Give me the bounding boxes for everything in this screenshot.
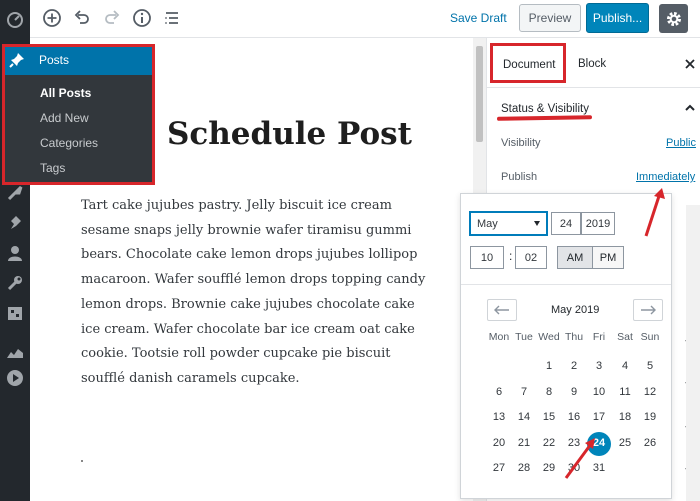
- gear-icon: [666, 11, 681, 26]
- calendar-day[interactable]: 28: [511, 462, 537, 474]
- appearance-icon[interactable]: [6, 184, 24, 202]
- pm-button[interactable]: PM: [592, 246, 624, 269]
- publish-label: Publish: [501, 171, 538, 183]
- tab-document-label: Document: [503, 59, 556, 71]
- minute-input[interactable]: 02: [515, 246, 547, 269]
- calendar-day[interactable]: 14: [511, 411, 537, 423]
- calendar-day[interactable]: 5: [637, 360, 663, 372]
- submenu-categories[interactable]: Categories: [40, 136, 98, 150]
- settings-toggle-button[interactable]: [659, 4, 688, 33]
- undo-icon[interactable]: [72, 8, 92, 28]
- tabs-divider: [487, 87, 700, 88]
- posts-pin-icon: [9, 53, 24, 68]
- weekday-header: Wed: [538, 331, 560, 343]
- empty-block: [81, 460, 83, 462]
- next-month-button[interactable]: [633, 299, 663, 321]
- highlight-underline: [496, 115, 593, 121]
- calendar-day[interactable]: 26: [637, 437, 663, 449]
- outline-icon[interactable]: [162, 8, 182, 28]
- posts-menu-label: Posts: [39, 53, 70, 67]
- info-icon[interactable]: [132, 8, 152, 28]
- editor-scrollbar-thumb[interactable]: [476, 46, 483, 142]
- calendar-day[interactable]: 13: [486, 411, 512, 423]
- calendar-day[interactable]: 8: [536, 386, 562, 398]
- posts-menu-header[interactable]: Posts: [5, 47, 152, 75]
- calendar-day[interactable]: 19: [637, 411, 663, 423]
- publish-date-link[interactable]: Immediately: [636, 171, 695, 183]
- calendar-day[interactable]: 4: [612, 360, 638, 372]
- calendar-day[interactable]: 1: [536, 360, 562, 372]
- post-paragraph[interactable]: Tart cake jujubes pastry. Jelly biscuit …: [81, 194, 433, 392]
- submenu-tags[interactable]: Tags: [40, 161, 65, 175]
- redo-icon[interactable]: [102, 8, 122, 28]
- calendar-day-selected[interactable]: 24: [586, 437, 612, 449]
- submenu-all-posts[interactable]: All Posts: [40, 86, 91, 100]
- calendar-day[interactable]: 25: [612, 437, 638, 449]
- save-draft-button[interactable]: Save Draft: [450, 11, 507, 25]
- arrow-right-icon: [641, 305, 656, 315]
- weekday-header: Sun: [640, 331, 660, 343]
- arrow-left-icon: [494, 305, 509, 315]
- dashboard-icon[interactable]: [6, 10, 24, 28]
- prev-month-button[interactable]: [487, 299, 517, 321]
- status-visibility-title[interactable]: Status & Visibility: [501, 103, 589, 115]
- close-icon[interactable]: [683, 57, 697, 71]
- chevron-up-icon[interactable]: [683, 101, 697, 115]
- plugins-icon[interactable]: [6, 213, 24, 231]
- weekday-header: Tue: [515, 331, 533, 343]
- posts-menu: Posts All Posts Add New Categories Tags: [2, 44, 155, 185]
- calendar-day[interactable]: 27: [486, 462, 512, 474]
- visibility-label: Visibility: [501, 137, 541, 149]
- weekday-header: Thu: [564, 331, 584, 343]
- am-button[interactable]: AM: [557, 246, 593, 269]
- weekday-header: Mon: [488, 331, 510, 343]
- calendar-day[interactable]: 23: [561, 437, 587, 449]
- publish-button[interactable]: Publish...: [586, 3, 649, 33]
- calendar-day[interactable]: 30: [561, 462, 587, 474]
- calendar-day[interactable]: 9: [561, 386, 587, 398]
- settings-icon[interactable]: [6, 304, 24, 322]
- editor-toolbar: Save Draft Preview Publish...: [30, 0, 700, 38]
- calendar-day[interactable]: 3: [586, 360, 612, 372]
- calendar-month-title: May 2019: [551, 304, 600, 316]
- play-icon[interactable]: [6, 369, 24, 387]
- calendar-day[interactable]: 18: [612, 411, 638, 423]
- year-input[interactable]: 2019: [581, 212, 615, 235]
- tab-document[interactable]: Document: [490, 43, 566, 83]
- date-time-picker: May 24 2019 10 : 02 AM PM May 2019 Mon Tu…: [460, 193, 672, 499]
- weekday-header: Fri: [592, 331, 606, 343]
- submenu-add-new[interactable]: Add New: [40, 111, 89, 125]
- hour-input[interactable]: 10: [470, 246, 504, 269]
- preview-button[interactable]: Preview: [519, 4, 581, 32]
- calendar-day[interactable]: 12: [637, 386, 663, 398]
- calendar-day[interactable]: 15: [536, 411, 562, 423]
- calendar-day[interactable]: 17: [586, 411, 612, 423]
- calendar-day[interactable]: 11: [612, 386, 638, 398]
- calendar-day[interactable]: 2: [561, 360, 587, 372]
- calendar-day[interactable]: 22: [536, 437, 562, 449]
- post-title[interactable]: Schedule Post: [167, 116, 412, 152]
- month-select[interactable]: May: [470, 212, 547, 235]
- visibility-link[interactable]: Public: [666, 137, 696, 149]
- time-separator: :: [509, 249, 513, 263]
- calendar-day[interactable]: 6: [486, 386, 512, 398]
- calendar-day[interactable]: 29: [536, 462, 562, 474]
- tools-icon[interactable]: [6, 274, 24, 292]
- calendar-day[interactable]: 16: [561, 411, 587, 423]
- dropdown-arrow-icon: [534, 221, 540, 226]
- tab-block[interactable]: Block: [578, 58, 606, 70]
- calendar-day[interactable]: 20: [486, 437, 512, 449]
- month-value: May: [477, 217, 498, 230]
- users-icon[interactable]: [6, 244, 24, 262]
- sidebar-scrollbar[interactable]: [686, 205, 700, 501]
- day-input[interactable]: 24: [551, 212, 581, 235]
- calendar-day[interactable]: 31: [586, 462, 612, 474]
- picker-divider: [461, 284, 671, 285]
- calendar-day[interactable]: 7: [511, 386, 537, 398]
- calendar-day[interactable]: 21: [511, 437, 537, 449]
- weekday-header: Sat: [617, 331, 633, 343]
- stats-icon[interactable]: [6, 343, 24, 361]
- add-block-icon[interactable]: [42, 8, 62, 28]
- calendar-day[interactable]: 10: [586, 386, 612, 398]
